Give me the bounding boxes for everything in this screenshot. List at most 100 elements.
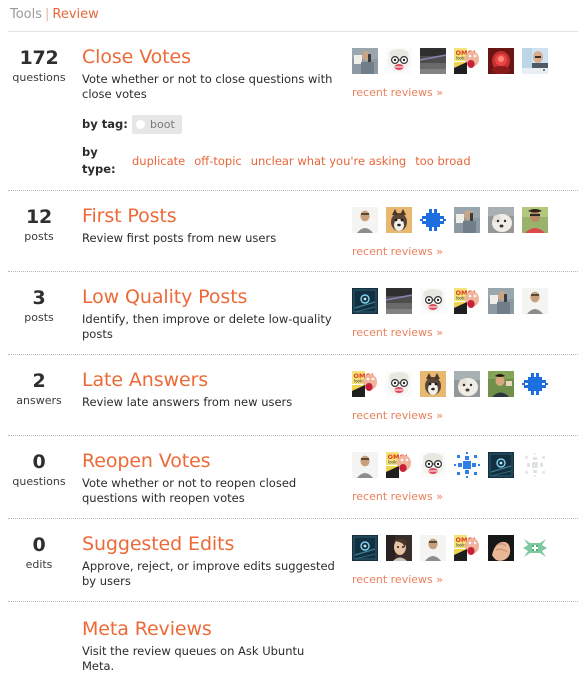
avatar-omg-cartoon[interactable]: OMG! looks [454, 535, 480, 561]
queue-title-suggested-edits[interactable]: Suggested Edits [82, 533, 234, 556]
avatar-husky-dog[interactable] [420, 371, 446, 397]
queue-info: Late Answers Review late answers from ne… [70, 369, 348, 410]
queue-row: 0 questions Reopen Votes Vote whether or… [8, 436, 578, 519]
recent-reviews-link[interactable]: recent reviews » [352, 490, 443, 504]
type-link-too-broad[interactable]: too broad [415, 153, 470, 170]
avatar-cartoon-woman-glasses[interactable] [386, 48, 412, 74]
avatar-man-gray-shirt[interactable] [522, 288, 548, 314]
avatar-man-blue-shirt[interactable] [522, 48, 548, 74]
queue-description: Vote whether or not to reopen closed que… [82, 476, 297, 505]
avatar-omg-cartoon[interactable]: OMG! looks [454, 48, 480, 74]
avatar-man-gray-shirt[interactable] [352, 452, 378, 478]
type-link-duplicate[interactable]: duplicate [132, 153, 185, 170]
avatar-man-gray-shirt[interactable] [420, 535, 446, 561]
queue-count: 2 answers [8, 369, 70, 408]
avatar-strip: OMG! looks [352, 48, 578, 74]
queue-count-unit: questions [12, 475, 66, 488]
queue-count-number: 0 [32, 451, 46, 473]
avatar-gray-faint-identicon[interactable] [522, 452, 548, 478]
avatar-cartoon-woman-glasses[interactable] [420, 452, 446, 478]
queue-description: Identify, then improve or delete low-qua… [82, 312, 332, 341]
avatar-husky-dog[interactable] [386, 207, 412, 233]
type-link-off-topic[interactable]: off-topic [194, 153, 241, 170]
queue-count-unit: posts [24, 311, 54, 324]
queue-row: 3 posts Low Quality Posts Identify, then… [8, 272, 578, 355]
queue-avatars: OMG! looks recent reviews » [348, 450, 578, 504]
queue-count-number: 12 [25, 206, 53, 228]
avatar-dark-gray-stripe[interactable] [386, 288, 412, 314]
avatar-man-on-phone[interactable] [488, 288, 514, 314]
tag-chip-boot[interactable]: boot [132, 115, 182, 134]
avatar-omg-cartoon[interactable]: OMG! looks [386, 452, 412, 478]
recent-reviews-link[interactable]: recent reviews » [352, 245, 443, 259]
recent-reviews-link[interactable]: recent reviews » [352, 326, 443, 340]
queue-count-unit: questions [12, 71, 66, 84]
queue-description: Review first posts from new users [82, 231, 277, 245]
avatar-man-on-phone[interactable] [352, 48, 378, 74]
avatar-white-dog[interactable] [488, 207, 514, 233]
filter-type-links: duplicate off-topic unclear what you're … [132, 153, 471, 170]
svg-text:looks: looks [456, 543, 466, 548]
avatar-man-red-shirt[interactable] [522, 207, 548, 233]
avatar-white-dog[interactable] [454, 371, 480, 397]
avatar-woman-portrait[interactable] [386, 535, 412, 561]
queue-title-low-quality-posts[interactable]: Low Quality Posts [82, 286, 247, 309]
avatar-hand-closeup[interactable] [488, 535, 514, 561]
queue-filters: by tag: boot by type: duplicate off-topi… [82, 115, 471, 178]
queue-title-first-posts[interactable]: First Posts [82, 205, 177, 228]
breadcrumb: Tools | Review [0, 0, 586, 31]
avatar-man-gray-shirt[interactable] [352, 207, 378, 233]
avatar-green-identicon[interactable] [522, 535, 548, 561]
avatar-strip: OMG! looks [352, 535, 578, 561]
avatar-dark-gray-stripe[interactable] [420, 48, 446, 74]
meta-description: Visit the review queues on Ask Ubuntu Me… [82, 644, 305, 673]
queue-description: Approve, reject, or improve edits sugges… [82, 559, 335, 588]
queue-avatars: OMG! looks recent reviews » [348, 533, 578, 587]
avatar-blue-starburst-identicon[interactable] [454, 452, 480, 478]
tag-chip-label: boot [150, 117, 175, 131]
queue-count: 3 posts [8, 286, 70, 325]
avatar-man-on-phone[interactable] [454, 207, 480, 233]
recent-reviews-link[interactable]: recent reviews » [352, 409, 443, 423]
avatar-cartoon-woman-glasses[interactable] [420, 288, 446, 314]
queue-info: Suggested Edits Approve, reject, or impr… [70, 533, 348, 589]
avatar-strip: OMG! looks [352, 452, 578, 478]
queue-info: Low Quality Posts Identify, then improve… [70, 286, 348, 342]
avatar-dark-tech-badge[interactable] [352, 535, 378, 561]
avatar-blue-identicon[interactable] [522, 371, 548, 397]
avatar-boy-outdoors[interactable] [488, 371, 514, 397]
queue-row: 12 posts First Posts Review first posts … [8, 191, 578, 272]
filter-by-type-label: by type: [82, 145, 116, 176]
breadcrumb-review[interactable]: Review [52, 7, 98, 22]
queue-title-late-answers[interactable]: Late Answers [82, 369, 208, 392]
avatar-strip: OMG! looks [352, 371, 578, 397]
recent-reviews-link[interactable]: recent reviews » [352, 573, 443, 587]
queue-avatars: OMG! looks recent reviews » [348, 369, 578, 423]
queue-count-unit: answers [16, 394, 62, 407]
avatar-dark-tech-badge[interactable] [352, 288, 378, 314]
type-link-unclear[interactable]: unclear what you're asking [251, 153, 407, 170]
avatar-cartoon-woman-glasses[interactable] [386, 371, 412, 397]
queue-info: Close Votes Vote whether or not to close… [70, 46, 471, 178]
avatar-blue-identicon[interactable] [420, 207, 446, 233]
avatar-omg-cartoon[interactable]: OMG! looks [352, 371, 378, 397]
queue-count: 0 edits [8, 533, 70, 572]
avatar-omg-cartoon[interactable]: OMG! looks [454, 288, 480, 314]
queue-count-unit: edits [25, 558, 53, 571]
avatar-dark-tech-badge[interactable] [488, 452, 514, 478]
recent-reviews-link[interactable]: recent reviews » [352, 86, 443, 100]
queue-title-reopen-votes[interactable]: Reopen Votes [82, 450, 211, 473]
queue-count-unit: posts [24, 230, 54, 243]
queue-description: Vote whether or not to close questions w… [82, 72, 333, 101]
queue-count: 172 questions [8, 46, 70, 85]
avatar-red-glow-face[interactable] [488, 48, 514, 74]
queue-avatars: OMG! looks recent reviews » [348, 46, 578, 100]
queue-title-meta-reviews[interactable]: Meta Reviews [82, 618, 212, 641]
queue-count: 12 posts [8, 205, 70, 244]
queue-info: Reopen Votes Vote whether or not to reop… [70, 450, 348, 506]
queue-count-number: 0 [32, 534, 46, 556]
queue-count-number: 2 [32, 370, 46, 392]
review-queue-list: 172 questions Close Votes Vote whether o… [0, 32, 586, 686]
breadcrumb-tools[interactable]: Tools [10, 7, 42, 22]
queue-title-close-votes[interactable]: Close Votes [82, 46, 191, 69]
